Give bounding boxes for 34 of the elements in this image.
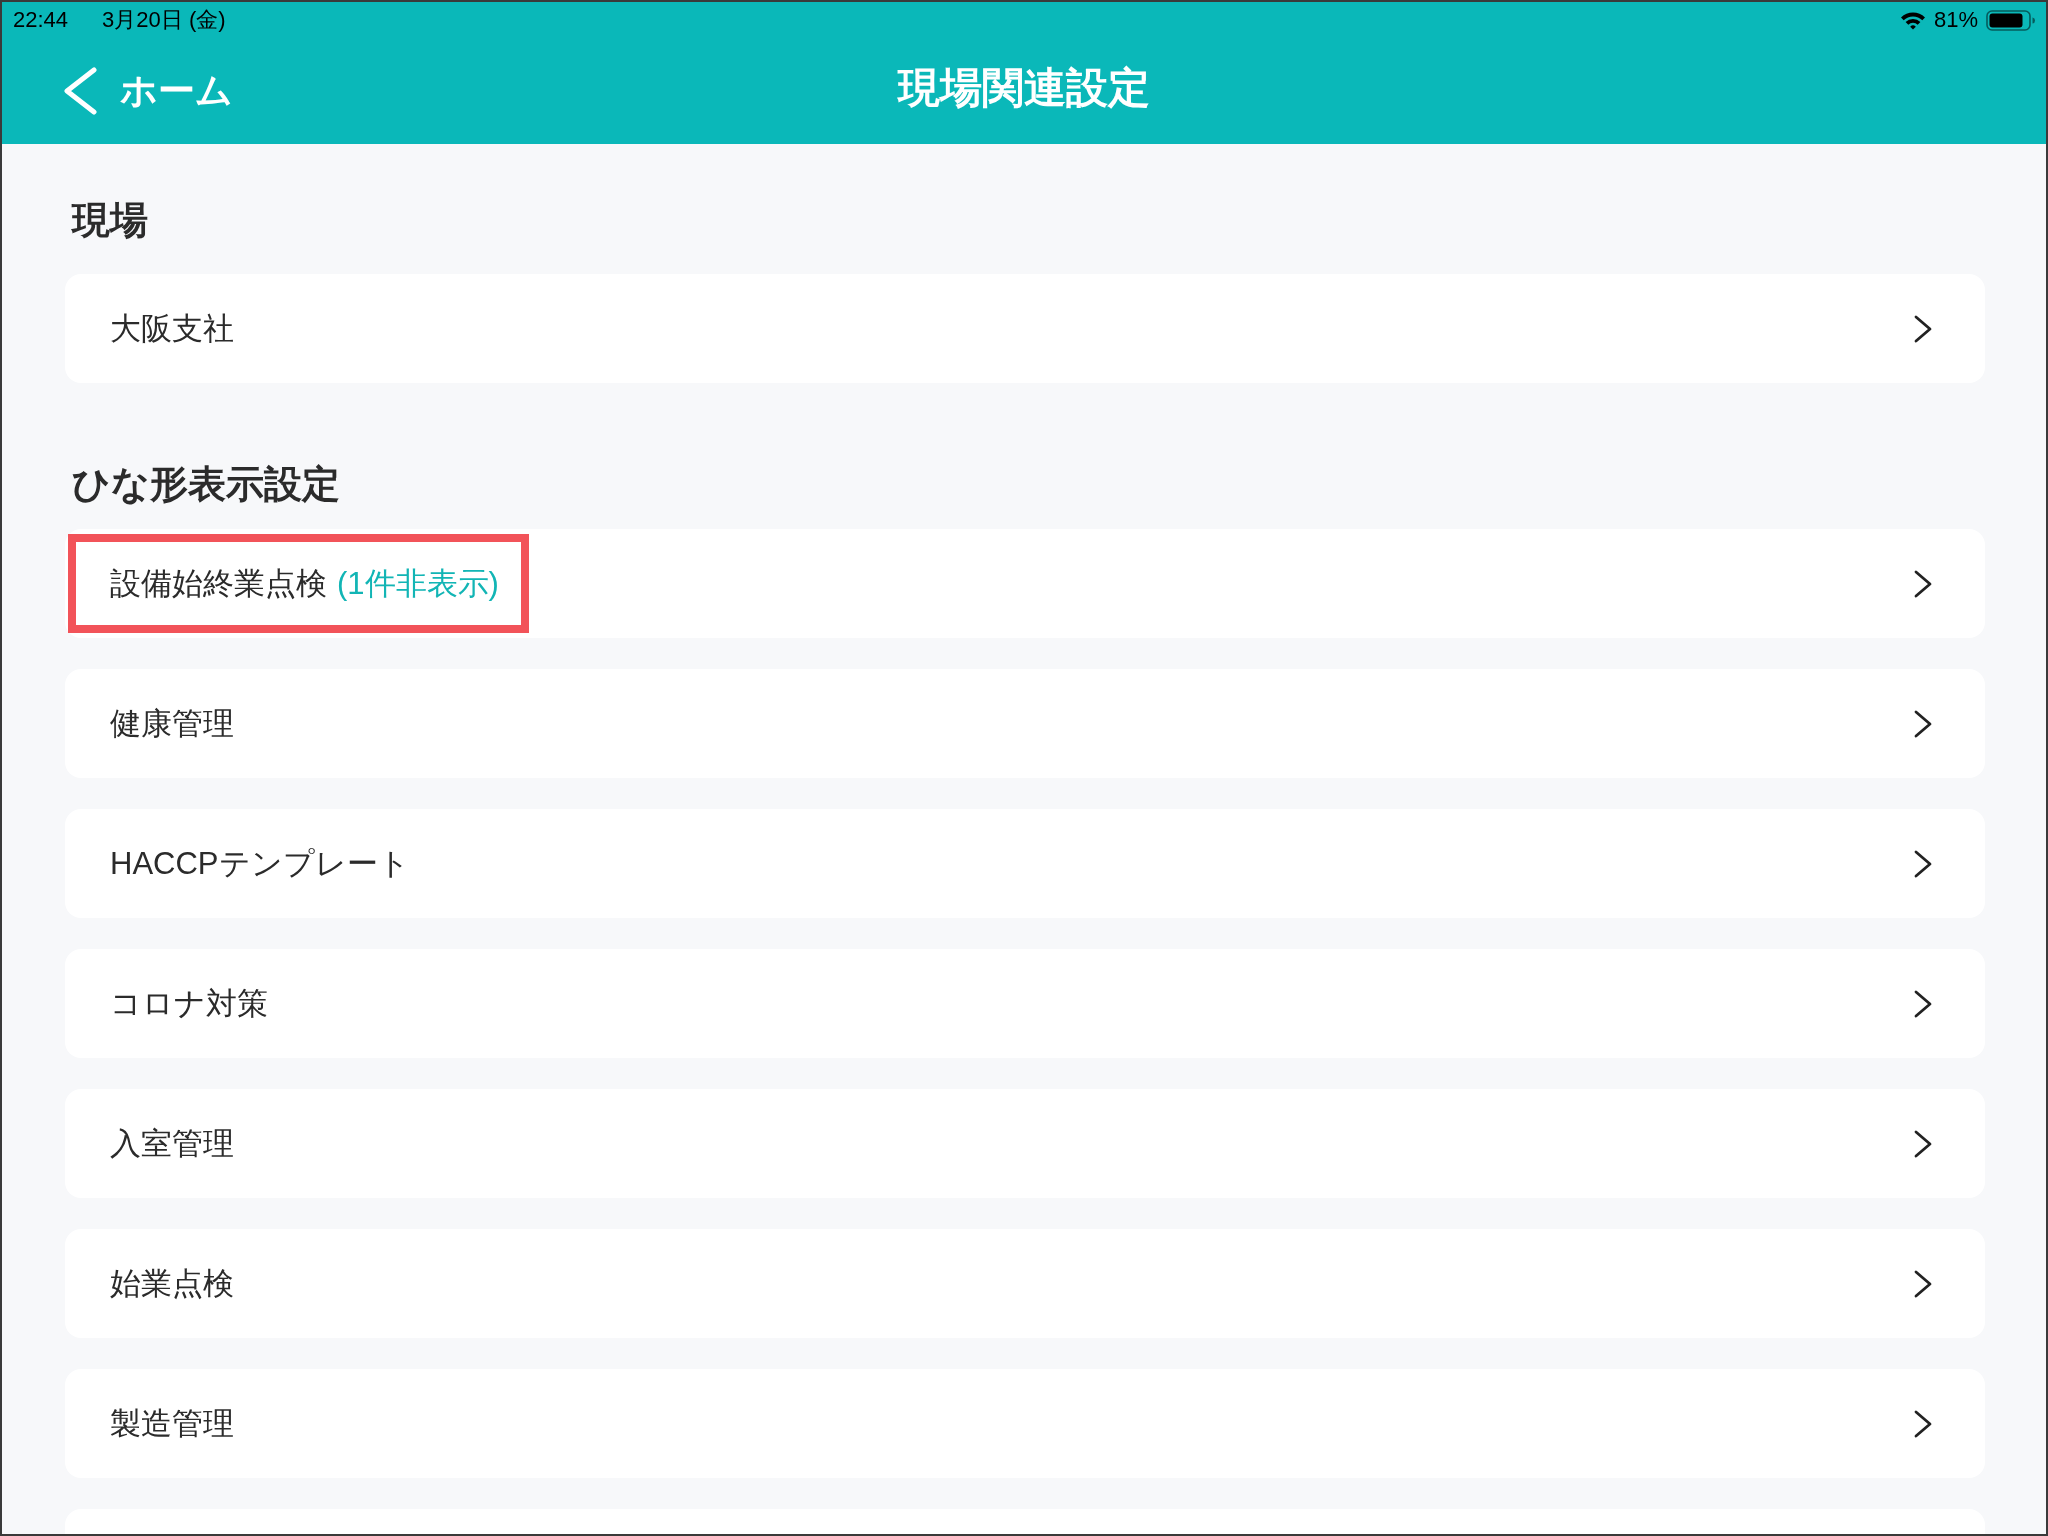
row-label: 製造管理 (110, 1404, 234, 1443)
list-item[interactable]: 製造管理 (65, 1369, 1985, 1478)
list-item[interactable]: 健康管理 (65, 669, 1985, 778)
list-item[interactable]: 始業点検 (65, 1229, 1985, 1338)
row-label: HACCPテンプレート (110, 844, 410, 883)
battery-icon (1986, 9, 2036, 31)
back-chevron-icon (62, 67, 98, 115)
row-label: 健康管理 (110, 704, 234, 743)
hidden-count-note: (1件非表示) (337, 564, 499, 603)
list-item[interactable]: コロナ対策 (65, 949, 1985, 1058)
section-heading: ひな形表示設定 (72, 462, 341, 507)
chevron-right-icon (1913, 314, 1933, 343)
chevron-right-icon (1913, 709, 1933, 738)
row-label: コロナ対策 (110, 984, 268, 1023)
row-label: 始業点検 (110, 1264, 234, 1303)
wifi-icon (1899, 10, 1926, 30)
list-item[interactable]: 大阪支社 (65, 274, 1985, 383)
chevron-right-icon (1913, 989, 1933, 1018)
status-time: 22:44 (13, 7, 69, 33)
page-title: 現場関連設定 (898, 63, 1150, 113)
list-item[interactable]: HACCPテンプレート (65, 809, 1985, 918)
chevron-right-icon (1913, 1129, 1933, 1158)
row-label: 大阪支社 (110, 309, 234, 348)
battery-percent: 81% (1933, 7, 1978, 33)
row-label: 設備始終業点検 (110, 564, 327, 603)
chevron-right-icon (1913, 1269, 1933, 1298)
list-item[interactable]: 入室管理 (65, 1089, 1985, 1198)
chevron-right-icon (1913, 1409, 1933, 1438)
section-heading: 現場 (72, 198, 149, 243)
status-date: 3月20日 (金) (102, 6, 226, 34)
chevron-right-icon (1913, 849, 1933, 878)
row-label: 入室管理 (110, 1124, 234, 1163)
list-item[interactable]: 設備始終業点検 (1件非表示) (65, 529, 1985, 638)
chevron-right-icon (1913, 569, 1933, 598)
